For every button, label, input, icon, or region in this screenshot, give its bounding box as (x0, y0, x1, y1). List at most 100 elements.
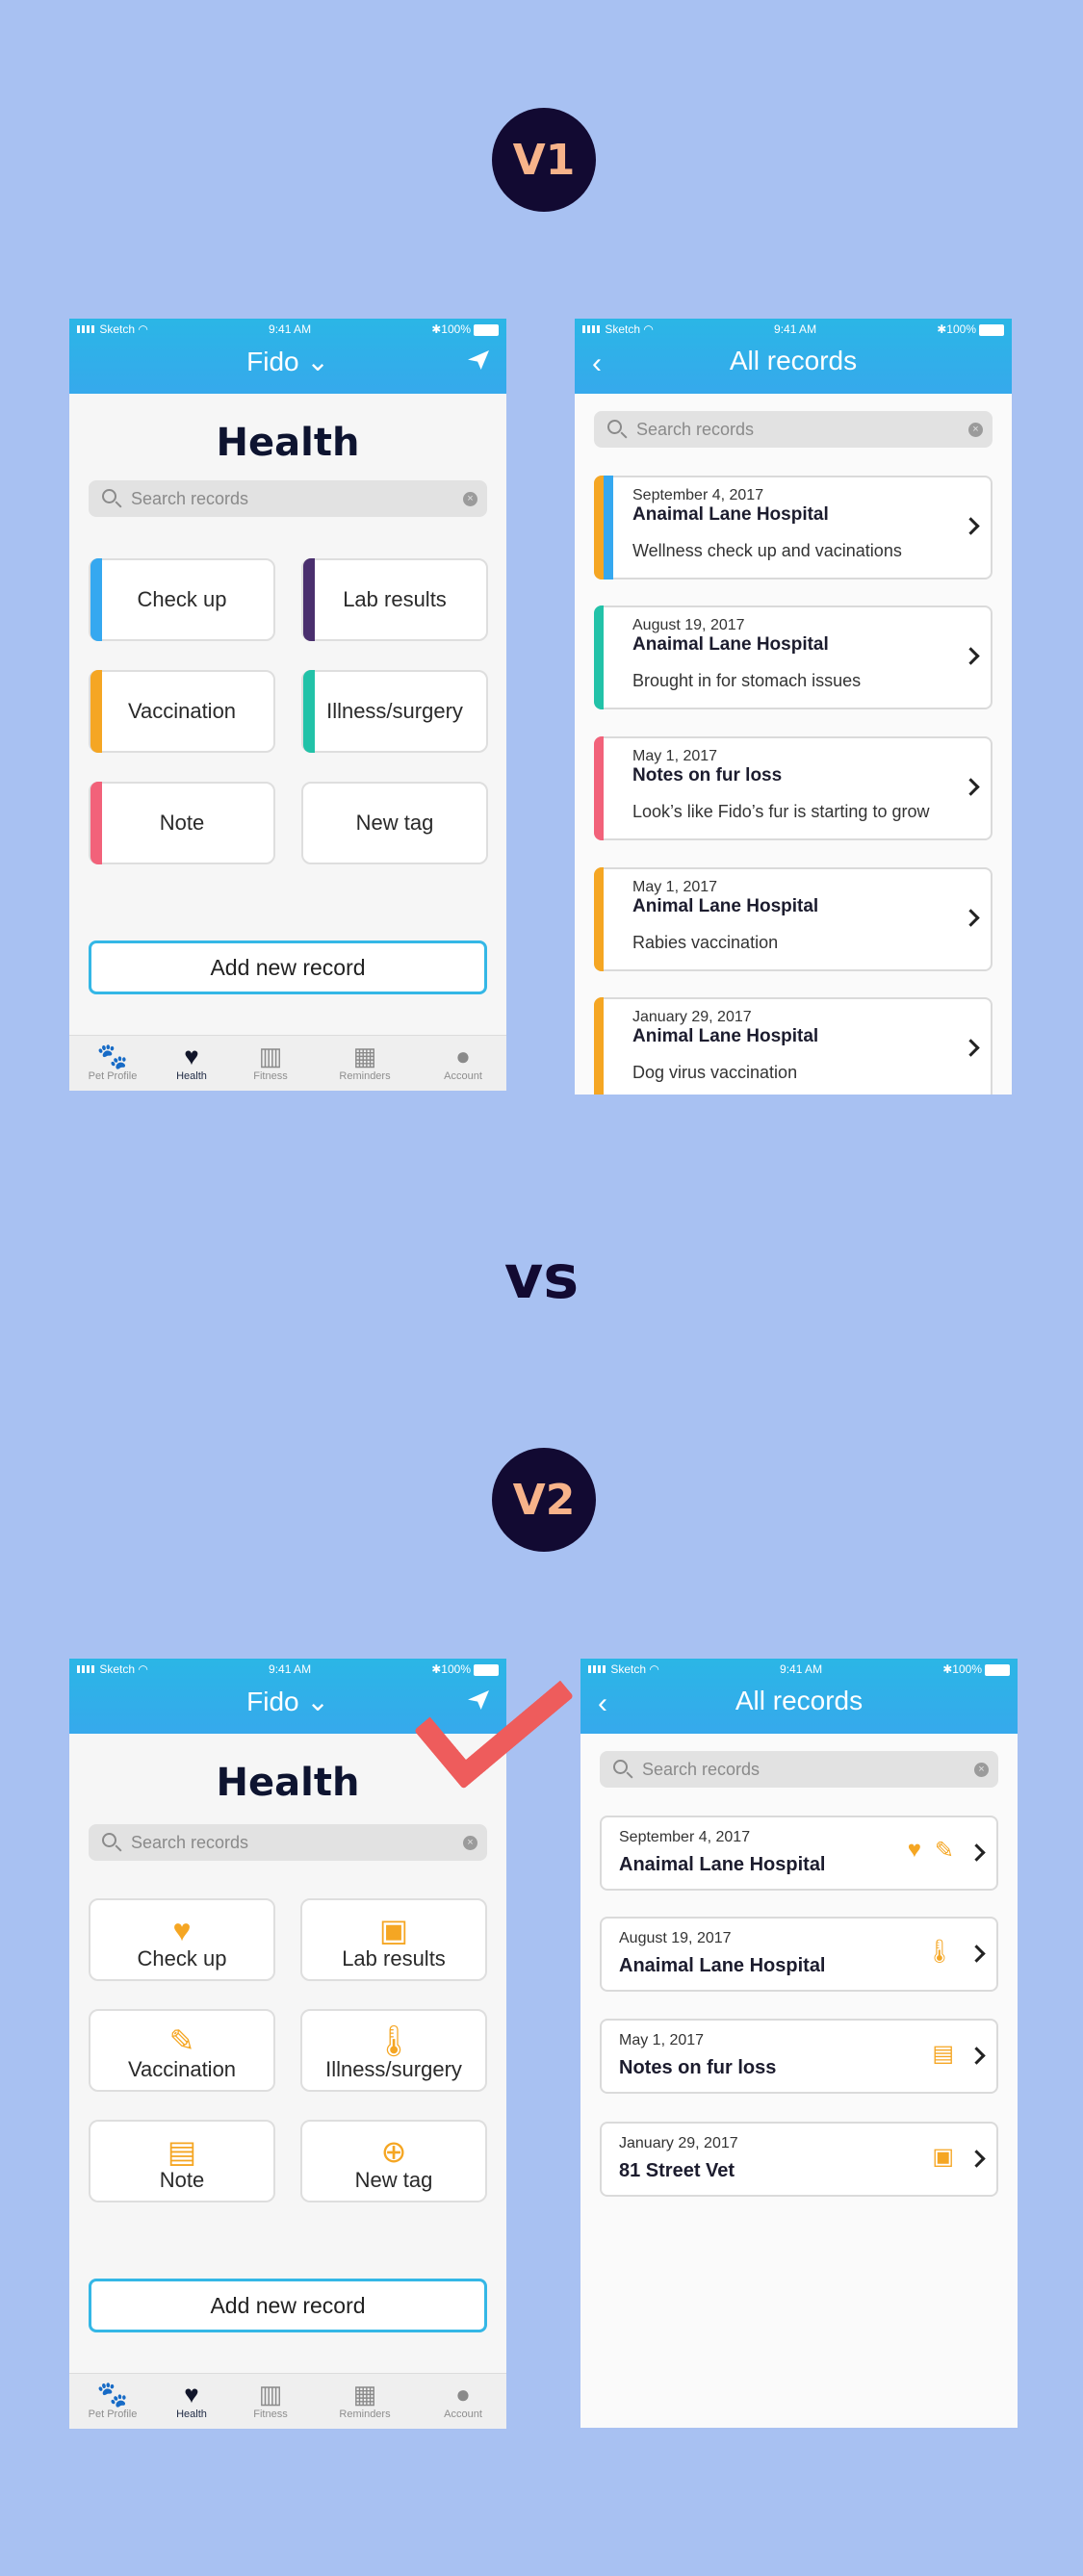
vs-label: vs (503, 1242, 580, 1312)
color-bar (594, 476, 604, 580)
clear-icon[interactable]: × (463, 1836, 477, 1850)
record-date: May 1, 2017 (619, 2032, 705, 2048)
tab-account[interactable]: ● Account (420, 1042, 506, 1082)
version-1-badge: V1 (492, 108, 596, 212)
status-bar: Sketch ◠ 9:41 AM ✱100% (69, 1659, 506, 1680)
tab-reminders[interactable]: ▦ Reminders (322, 2380, 408, 2420)
tab-pet-profile[interactable]: 🐾 Pet Profile (69, 2380, 156, 2420)
tag-illness-surgery[interactable]: 🌡 Illness/surgery (300, 2009, 487, 2092)
clear-icon[interactable]: × (968, 423, 983, 437)
tab-fitness[interactable]: ▥ Fitness (227, 1042, 314, 1082)
carrier: Sketch (610, 1662, 647, 1676)
color-bar (303, 558, 315, 641)
record-subtitle: Look’s like Fido’s fur is starting to gr… (632, 802, 930, 821)
battery-percent: 100% (441, 1662, 471, 1676)
tag-new-tag[interactable]: New tag (301, 782, 488, 864)
add-new-record-button[interactable]: Add new record (89, 940, 487, 994)
record-card[interactable]: August 19, 2017 Anaimal Lane Hospital 🌡 (600, 1917, 998, 1992)
record-date: September 4, 2017 (632, 487, 764, 503)
carrier: Sketch (99, 1662, 136, 1676)
page-title: Health (216, 1761, 360, 1805)
add-new-record-button[interactable]: Add new record (89, 2279, 487, 2332)
tab-label: Account (444, 1070, 482, 1082)
v2-records-screen: Sketch ◠ 9:41 AM ✱100% ‹ All records Sea… (580, 1659, 1018, 2428)
search-icon (613, 1760, 628, 1774)
chevron-right-icon (967, 2150, 986, 2168)
tag-illness-surgery[interactable]: Illness/surgery (301, 670, 488, 753)
record-card[interactable]: May 1, 2017 Notes on fur loss Look’s lik… (594, 736, 993, 840)
color-bar (303, 670, 315, 753)
header: Sketch ◠ 9:41 AM ✱100% Fido ⌄ (69, 319, 506, 394)
record-date: August 19, 2017 (632, 617, 745, 633)
tag-check-up[interactable]: ♥ Check up (89, 1898, 275, 1981)
clear-icon[interactable]: × (974, 1763, 989, 1777)
record-subtitle: Brought in for stomach issues (632, 671, 862, 690)
tag-vaccination[interactable]: Vaccination (89, 670, 275, 753)
search-placeholder: Search records (131, 488, 249, 508)
tag-note[interactable]: Note (89, 782, 275, 864)
record-title: Animal Lane Hospital (632, 1026, 819, 1046)
screen-title: All records (735, 1686, 864, 1715)
tag-lab-results[interactable]: ▣ Lab results (300, 1898, 487, 1981)
record-card[interactable]: May 1, 2017 Animal Lane Hospital Rabies … (594, 867, 993, 971)
chevron-right-icon (962, 647, 980, 665)
tab-reminders[interactable]: ▦ Reminders (322, 1042, 408, 1082)
record-date: September 4, 2017 (619, 1829, 751, 1845)
tab-label: Health (176, 2409, 207, 2420)
color-bar (90, 558, 102, 641)
clipboard-icon: ▣ (378, 1913, 409, 1947)
chevron-right-icon (962, 909, 980, 927)
record-card[interactable]: August 19, 2017 Anaimal Lane Hospital Br… (594, 605, 993, 709)
color-bar (594, 867, 604, 971)
header: Sketch ◠ 9:41 AM ✱100% ‹ All records (575, 319, 1012, 394)
record-card[interactable]: September 4, 2017 Anaimal Lane Hospital … (600, 1816, 998, 1891)
carrier: Sketch (605, 322, 641, 336)
version-1-label: V1 (512, 135, 576, 185)
tag-label: Illness/surgery (326, 699, 463, 723)
color-bar (604, 476, 613, 580)
record-title: Notes on fur loss (619, 2057, 777, 2078)
tag-lab-results[interactable]: Lab results (301, 558, 488, 641)
tab-account[interactable]: ● Account (420, 2380, 506, 2420)
search-input[interactable]: Search records × (89, 1824, 487, 1861)
record-card[interactable]: May 1, 2017 Notes on fur loss ▤ (600, 2019, 998, 2094)
pet-selector[interactable]: Fido ⌄ (69, 346, 506, 377)
search-input[interactable]: Search records × (600, 1751, 998, 1788)
tab-label: Pet Profile (88, 1070, 138, 1082)
battery-icon (985, 1663, 1010, 1676)
tag-check-up[interactable]: Check up (89, 558, 275, 641)
tab-health[interactable]: ♥ Health (148, 2380, 235, 2420)
tab-pet-profile[interactable]: 🐾 Pet Profile (69, 1042, 156, 1082)
tag-note[interactable]: ▤ Note (89, 2120, 275, 2202)
record-card[interactable]: January 29, 2017 Animal Lane Hospital Do… (594, 997, 993, 1095)
chevron-right-icon (962, 778, 980, 796)
person-icon: ● (455, 2380, 471, 2409)
chevron-right-icon (967, 1945, 986, 1963)
clear-icon[interactable]: × (463, 492, 477, 506)
status-bar: Sketch ◠ 9:41 AM ✱100% (575, 319, 1012, 340)
carrier: Sketch (99, 322, 136, 336)
chevron-right-icon (967, 2047, 986, 2065)
record-title: Anaimal Lane Hospital (632, 634, 829, 655)
battery-icon (474, 323, 499, 336)
search-icon (102, 489, 116, 503)
record-card[interactable]: September 4, 2017 Anaimal Lane Hospital … (594, 476, 993, 580)
record-date: January 29, 2017 (619, 2135, 738, 2151)
record-card[interactable]: January 29, 2017 81 Street Vet ▣ (600, 2122, 998, 2197)
tag-new-tag[interactable]: ⊕ New tag (300, 2120, 487, 2202)
search-input[interactable]: Search records × (594, 411, 993, 448)
battery-icon (979, 323, 1004, 336)
record-subtitle: Wellness check up and vacinations (632, 541, 902, 560)
tag-vaccination[interactable]: ✎ Vaccination (89, 2009, 275, 2092)
tab-health[interactable]: ♥ Health (148, 1042, 235, 1082)
tab-fitness[interactable]: ▥ Fitness (227, 2380, 314, 2420)
tag-label: Check up (137, 587, 227, 611)
plus-circle-icon: ⊕ (380, 2134, 407, 2169)
tab-bar: 🐾 Pet Profile ♥ Health ▥ Fitness ▦ Reminders… (69, 2373, 506, 2429)
color-bar (594, 736, 604, 840)
chevron-right-icon (962, 1039, 980, 1057)
battery-percent: 100% (441, 322, 471, 336)
search-input[interactable]: Search records × (89, 480, 487, 517)
tag-label: Lab results (343, 587, 447, 611)
screen-title: All records (729, 346, 858, 375)
